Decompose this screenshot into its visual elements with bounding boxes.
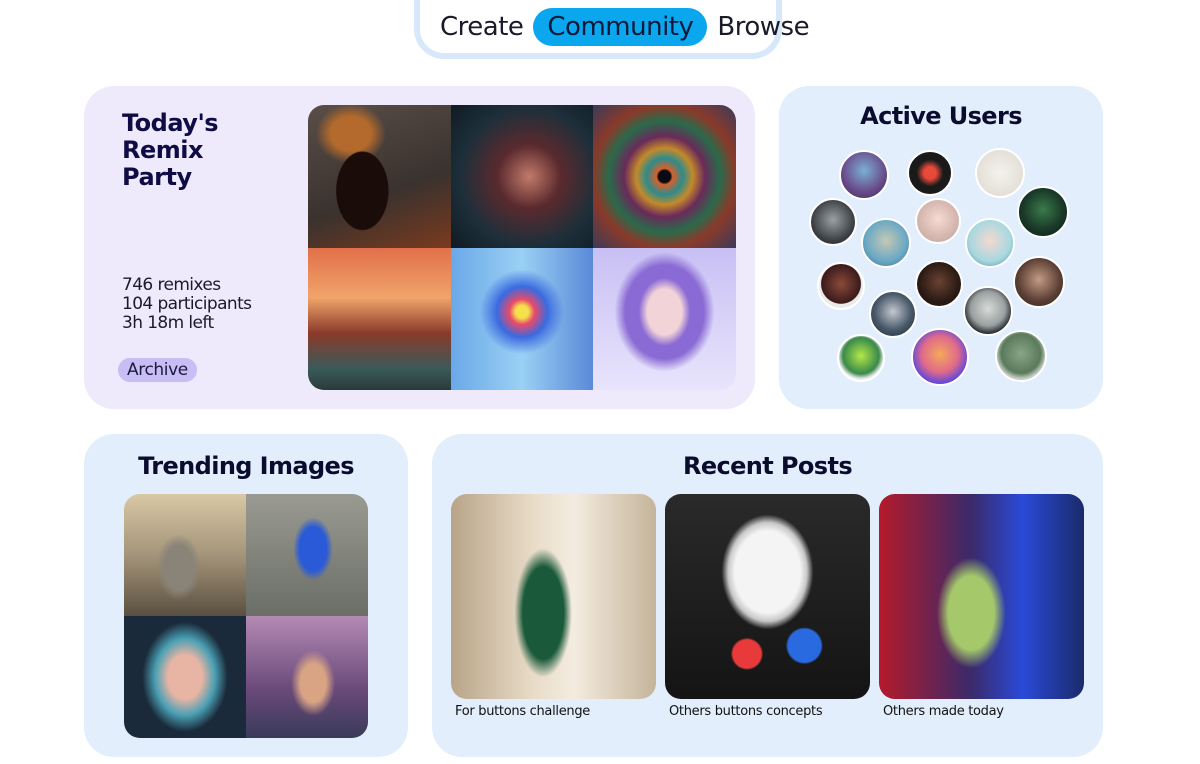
participant-count: 104 participants [122, 294, 252, 314]
recent-posts-card: Recent Posts For buttons challenge Other… [432, 434, 1103, 757]
user-avatar[interactable] [869, 290, 917, 338]
time-left: 3h 18m left [122, 313, 214, 333]
recent-post-image[interactable] [451, 494, 656, 699]
user-avatar[interactable] [963, 286, 1013, 336]
trending-images-title: Trending Images [138, 452, 354, 480]
top-nav: Create Community Browse [414, 0, 810, 59]
remix-count: 746 remixes [122, 275, 221, 295]
user-avatar[interactable] [861, 218, 911, 268]
recent-post-caption: Others made today [883, 704, 1004, 719]
active-users-card: Active Users [779, 86, 1103, 409]
user-avatar[interactable] [965, 218, 1015, 268]
recent-post-image[interactable] [665, 494, 870, 699]
trending-images-card: Trending Images [84, 434, 408, 757]
remix-image-anime-girl[interactable] [593, 247, 736, 390]
user-avatar[interactable] [911, 328, 969, 386]
user-avatar[interactable] [975, 148, 1025, 198]
recent-post[interactable]: Others made today [879, 494, 1084, 719]
remix-image-spiral[interactable] [593, 105, 736, 248]
tab-create[interactable]: Create [430, 8, 533, 46]
user-avatar[interactable] [1013, 256, 1065, 308]
recent-post[interactable]: For buttons challenge [451, 494, 656, 719]
remix-image-portal[interactable] [450, 247, 594, 390]
recent-post-image[interactable] [879, 494, 1084, 699]
trending-image-knight[interactable] [124, 494, 246, 616]
user-avatar[interactable] [915, 198, 961, 244]
user-avatar[interactable] [837, 334, 885, 382]
user-avatar[interactable] [839, 150, 889, 200]
remix-image-zombie[interactable] [450, 105, 594, 248]
trending-image-fairy[interactable] [246, 616, 368, 738]
remix-party-title: Today's Remix Party [122, 109, 219, 191]
remix-image-grid [308, 105, 736, 390]
trending-image-pink-portrait[interactable] [124, 616, 246, 738]
remix-image-silhouette[interactable] [308, 105, 451, 248]
trending-image-grid [124, 494, 368, 738]
recent-post[interactable]: Others buttons concepts [665, 494, 870, 719]
recent-post-caption: Others buttons concepts [669, 704, 823, 719]
remix-party-card[interactable]: Today's Remix Party 746 remixes 104 part… [84, 86, 755, 409]
user-avatar[interactable] [817, 262, 865, 310]
active-users-title: Active Users [860, 102, 1022, 130]
user-avatar[interactable] [995, 330, 1047, 382]
trending-image-blue-dress[interactable] [246, 494, 368, 616]
remix-party-stats: 746 remixes 104 participants 3h 18m left [122, 276, 262, 333]
recent-posts-title: Recent Posts [682, 452, 853, 480]
remix-image-sailboat[interactable] [308, 247, 451, 390]
tab-browse[interactable]: Browse [707, 8, 819, 46]
user-avatar[interactable] [915, 260, 963, 308]
user-avatar[interactable] [809, 198, 857, 246]
user-avatar[interactable] [907, 150, 953, 196]
recent-post-caption: For buttons challenge [455, 704, 590, 719]
tab-community[interactable]: Community [533, 7, 708, 46]
user-avatar[interactable] [1017, 186, 1069, 238]
archive-button[interactable]: Archive [118, 358, 197, 382]
